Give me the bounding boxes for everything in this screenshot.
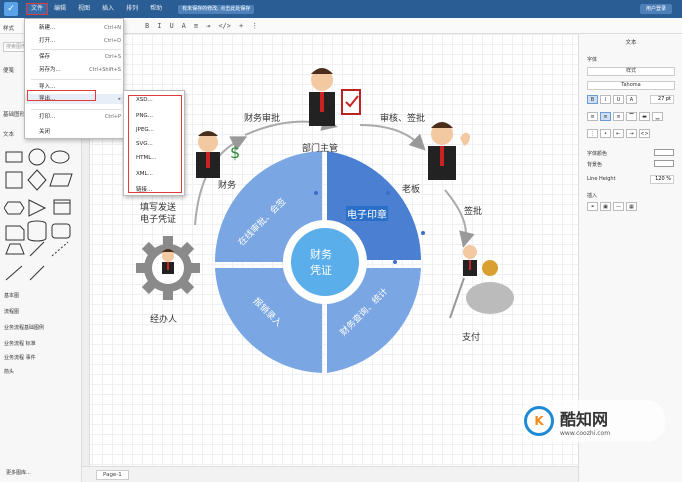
menu-item-new-label: 新建... [39,25,56,31]
bold-toggle[interactable]: B [587,95,598,104]
label-e-voucher: 电子凭证 [140,215,177,225]
center-label-1: 财务 [310,248,332,261]
line-height-label: Line Height [587,176,616,182]
align-right-icon[interactable]: ≡ [613,112,624,121]
label-review-sign: 审核、签批 [380,114,426,124]
insert-hr-icon[interactable]: — [613,202,624,211]
center-label-2: 凭证 [310,264,332,277]
svg-text:$: $ [230,143,240,162]
menu-item-save-label: 保存 [39,54,51,60]
menu-item-open-label: 打开... [39,38,56,44]
boss-person-icon [428,122,470,180]
font-family-select[interactable]: Tahoma [587,81,675,90]
label-dept-manager: 部门主管 [302,144,339,154]
label-finance: 财务 [218,181,237,191]
payment-person-icon [449,245,514,319]
bg-color-swatch[interactable] [654,160,674,167]
insert-image-icon[interactable]: ▣ [600,202,611,211]
menu-item-open-shortcut: Ctrl+O [103,38,121,44]
menu-item-print-shortcut: Ctrl+P [104,114,121,120]
export-submenu-highlight-box [128,95,182,193]
insert-table-icon[interactable]: ▦ [626,202,637,211]
italic-toggle[interactable]: I [600,95,611,104]
label-handler: 经办人 [150,315,178,325]
font-color-swatch[interactable] [654,149,674,156]
segment-label-stamp[interactable]: 电子印章 [346,206,388,221]
font-label: 字体 [587,57,598,63]
menu-item-save-shortcut: Ctrl+S [104,54,121,60]
font-color-label: 字体颜色 [587,151,608,157]
font-size-input[interactable]: 27 pt [650,95,674,104]
menu-item-close[interactable]: 关闭 [25,127,125,137]
indent-icon[interactable]: ⇥ [626,129,637,138]
menu-item-print-label: 打印... [39,114,56,120]
insert-label: 插入 [587,193,598,199]
numbered-list-icon[interactable]: ⋮ [587,129,598,138]
file-menu-dropdown: 新建... Ctrl+N 打开... Ctrl+O 保存 Ctrl+S 另存为... C… [24,18,125,139]
label-payment: 支付 [462,333,481,343]
align-center-icon[interactable]: ≡ [600,112,611,121]
align-top-icon[interactable]: ▔ [626,112,637,121]
underline-toggle[interactable]: U [613,95,624,104]
coozhi-watermark: K 酷知网 www.coozhi.com [520,400,665,442]
menu-item-save-as-label: 另存为... [39,67,61,73]
menu-item-save[interactable]: 保存 Ctrl+S [25,52,125,62]
page-tabs-bar: Page-1 [82,466,578,482]
watermark-title: 酷知网 [560,409,609,429]
line-height-input[interactable]: 120 % [650,175,674,184]
format-panel-title: 文本 [625,40,637,46]
menu-item-close-label: 关闭 [39,129,51,135]
bg-color-label: 背景色 [587,162,603,168]
align-middle-icon[interactable]: ▬ [639,112,650,121]
manager-person-icon [309,68,361,126]
bullet-list-icon[interactable]: • [600,129,611,138]
html-icon[interactable]: <> [639,129,650,138]
menu-item-print[interactable]: 打印... Ctrl+P [25,112,125,122]
coozhi-logo-icon: K [524,406,554,436]
watermark-url: www.coozhi.com [560,429,611,437]
export-highlight-box [27,90,96,101]
insert-link-icon[interactable]: ⚭ [587,202,598,211]
menu-item-new[interactable]: 新建... Ctrl+N [25,23,125,33]
text-case-toggle[interactable]: A [626,95,637,104]
outdent-icon[interactable]: ⇤ [613,129,624,138]
font-style-select[interactable]: 样式 [587,67,675,76]
align-bottom-icon[interactable]: ▁ [652,112,663,121]
page-tab-1[interactable]: Page-1 [96,470,129,480]
align-left-icon[interactable]: ≡ [587,112,598,121]
submenu-arrow-icon: ▸ [118,96,121,102]
menu-item-save-as-shortcut: Ctrl+Shift+S [89,67,121,73]
label-sign-approve: 签批 [464,207,483,217]
finance-person-icon: $ [196,131,240,178]
menu-item-new-shortcut: Ctrl+N [104,25,121,31]
label-boss: 老板 [402,185,421,195]
menu-item-open[interactable]: 打开... Ctrl+O [25,36,125,46]
menu-item-save-as[interactable]: 另存为... Ctrl+Shift+S [25,65,125,75]
label-finance-approval: 财务审批 [244,114,281,124]
